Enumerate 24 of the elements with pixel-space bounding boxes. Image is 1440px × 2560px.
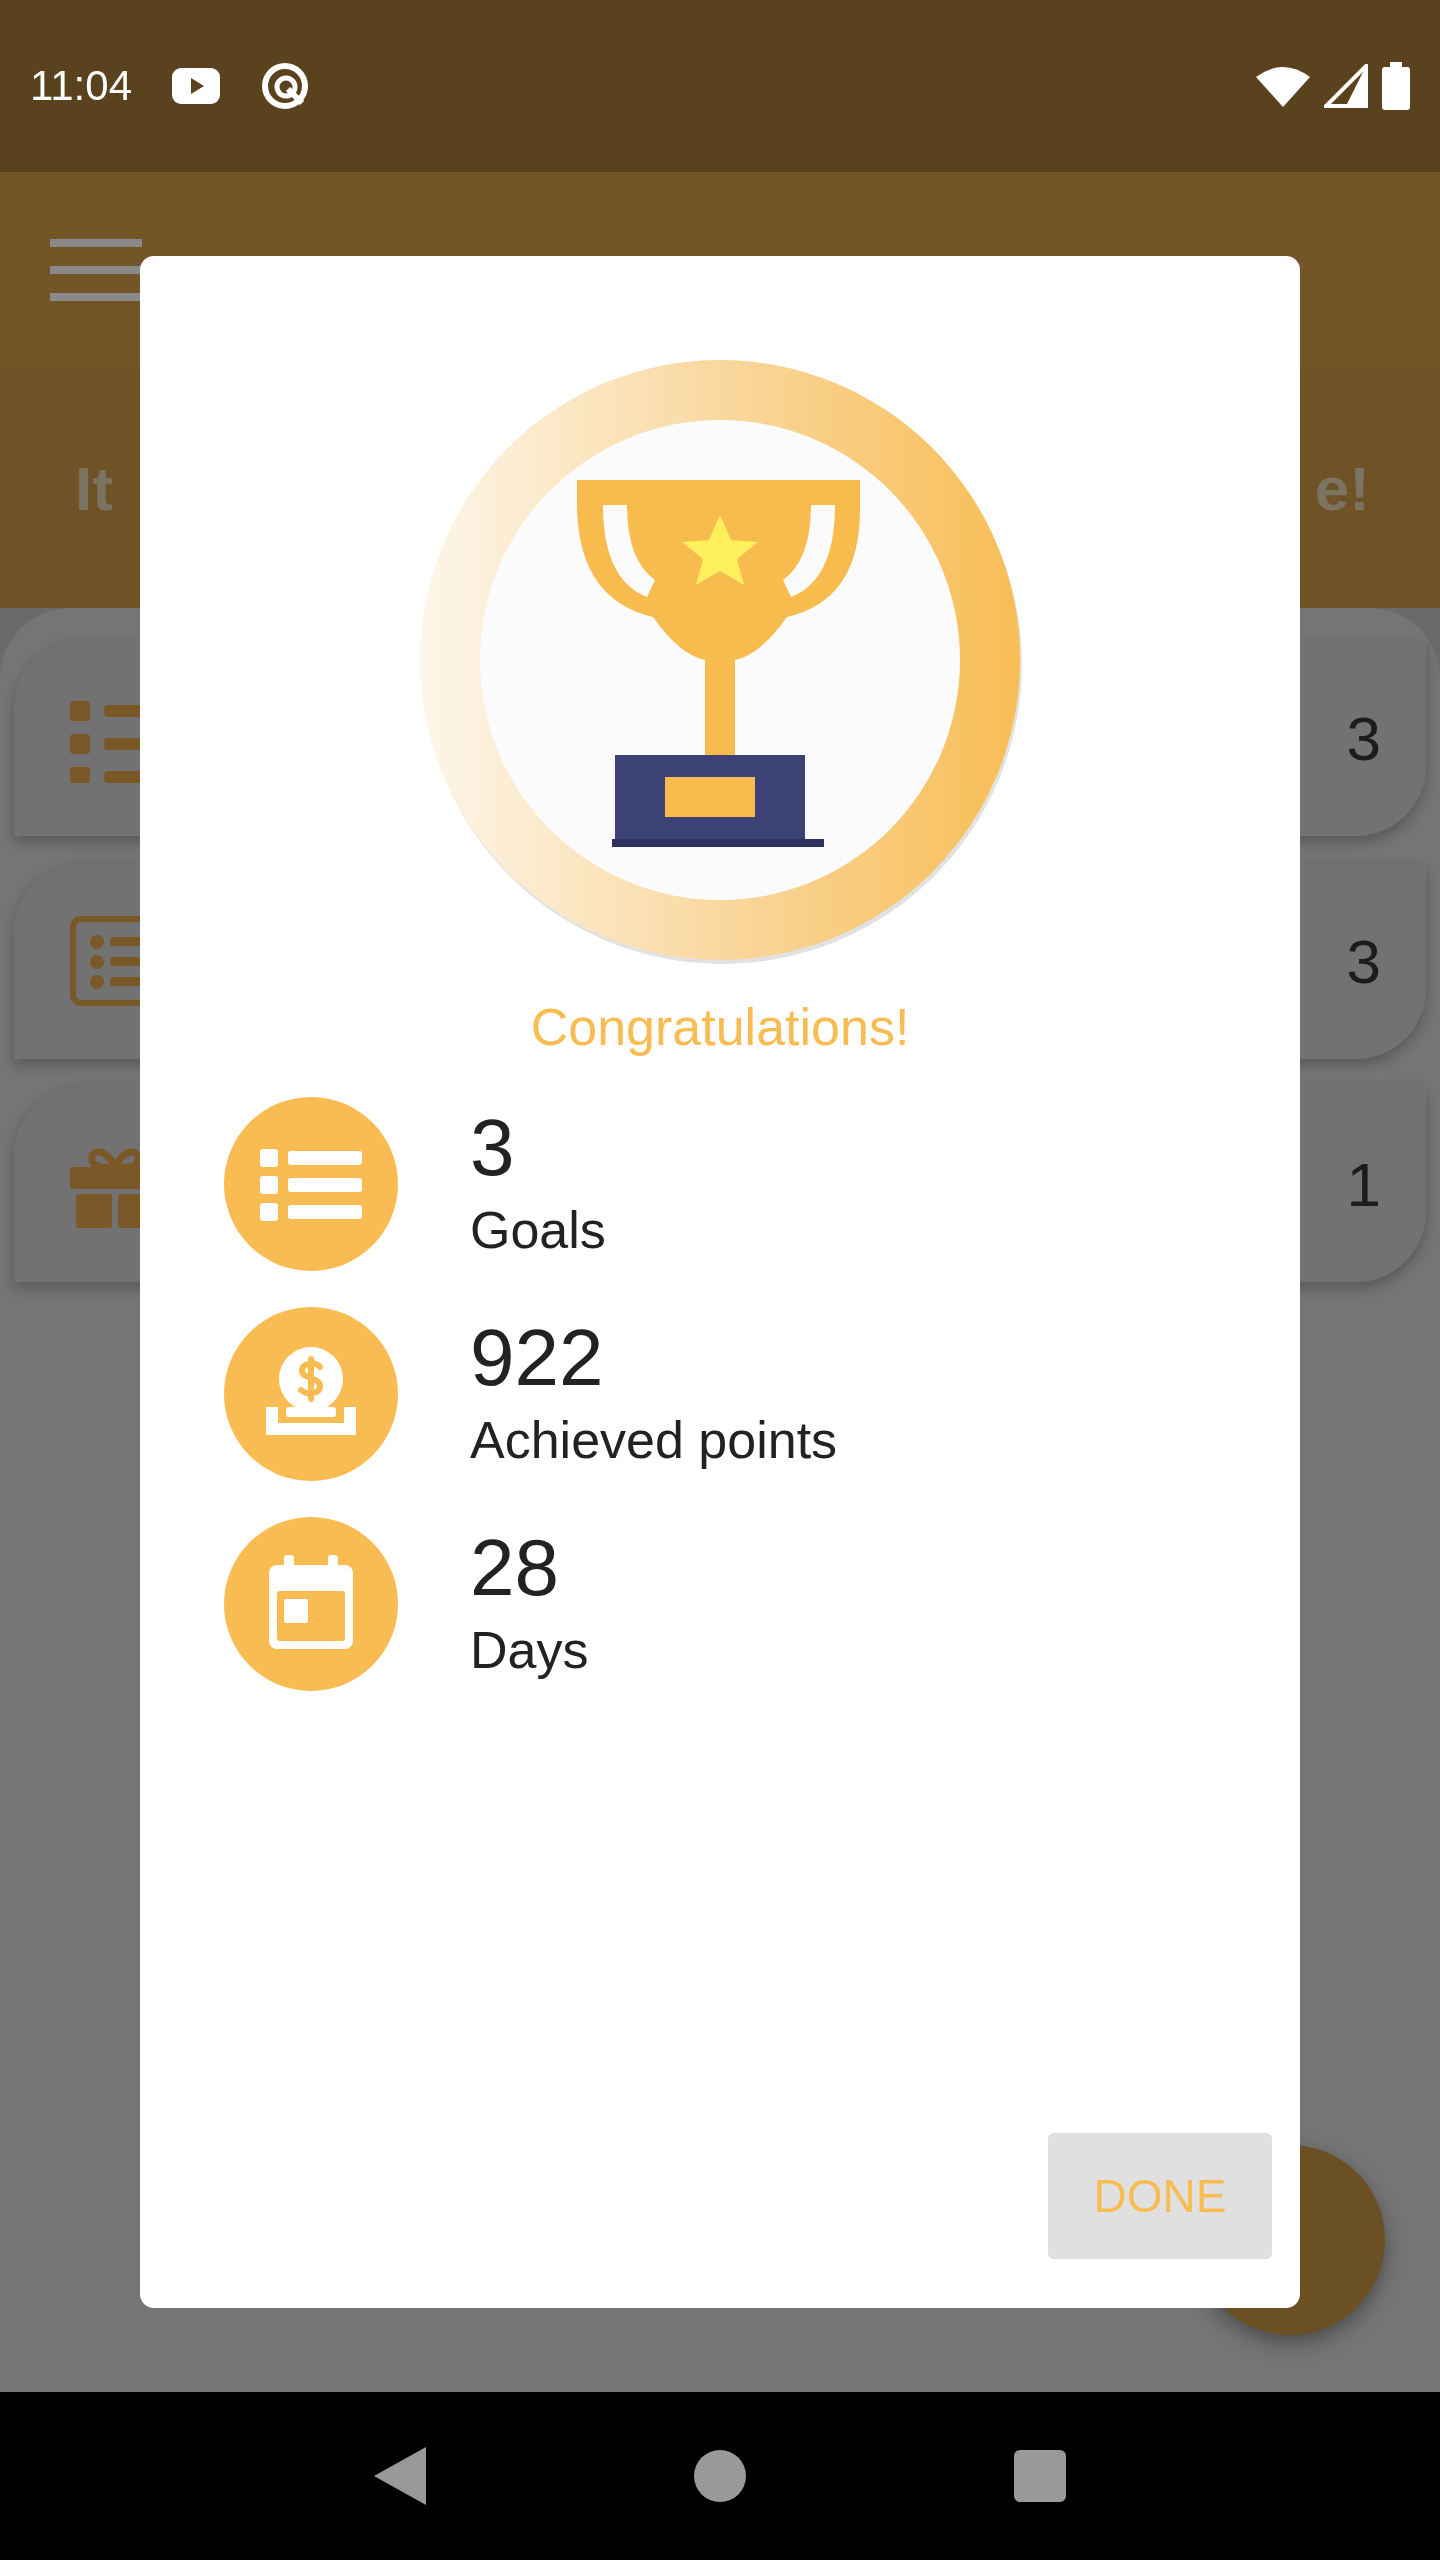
stat-label: Days <box>470 1620 589 1680</box>
list-icon <box>224 1097 398 1271</box>
ring-icon <box>260 61 310 111</box>
home-icon[interactable] <box>694 2450 746 2502</box>
coin-icon <box>224 1307 398 1481</box>
battery-icon <box>1382 62 1410 110</box>
stat-label: Goals <box>470 1200 606 1260</box>
card-count: 3 <box>1346 925 1381 997</box>
stat-value: 922 <box>470 1318 605 1398</box>
calendar-icon <box>224 1517 398 1691</box>
back-icon[interactable] <box>374 2447 426 2505</box>
video-play-icon <box>172 68 220 104</box>
signal-icon <box>1324 64 1368 108</box>
banner-text: e! <box>1314 452 1370 524</box>
banner-text: It <box>75 452 113 524</box>
card-count: 1 <box>1346 1148 1381 1220</box>
status-time: 11:04 <box>30 62 132 110</box>
done-button[interactable]: DONE <box>1048 2133 1272 2259</box>
card-count: 3 <box>1346 702 1381 774</box>
stat-value: 28 <box>470 1528 560 1608</box>
wifi-icon <box>1256 65 1310 107</box>
stat-label: Achieved points <box>470 1410 838 1470</box>
congratulations-heading: Congratulations! <box>530 997 910 1057</box>
stat-value: 3 <box>470 1108 516 1188</box>
